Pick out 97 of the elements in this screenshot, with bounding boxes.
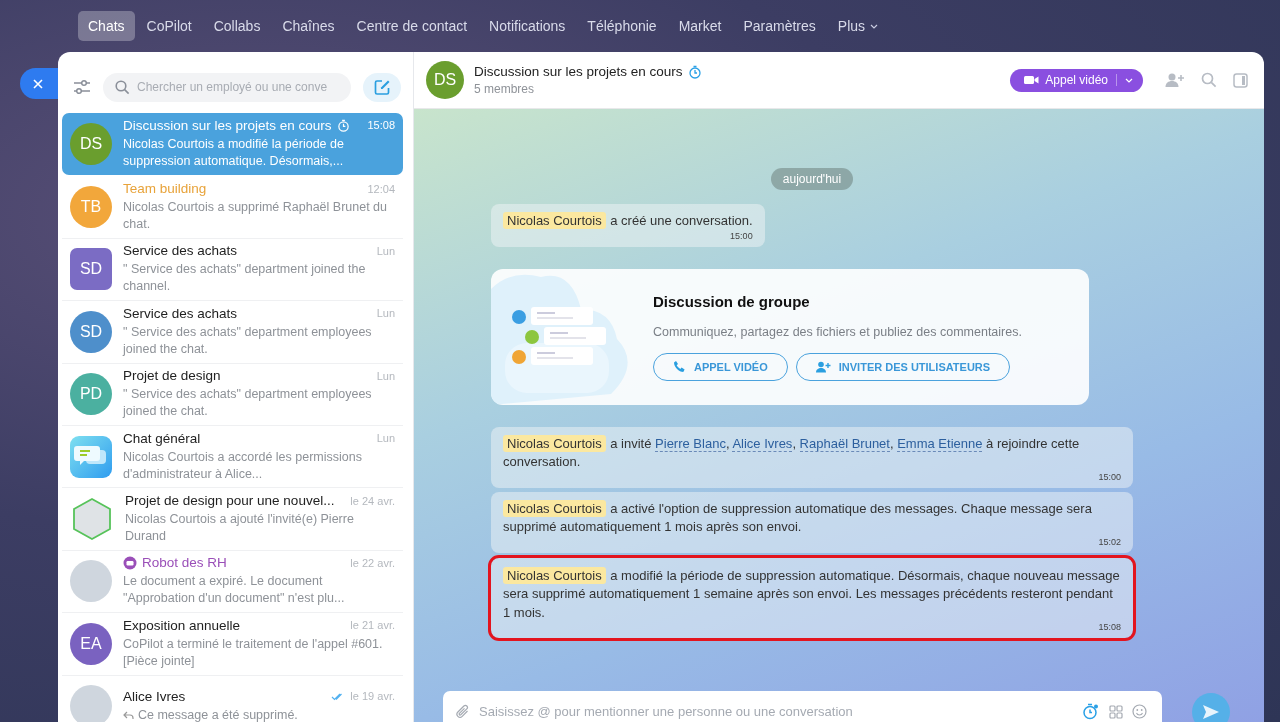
chat-list-item[interactable]: Projet de design pour une nouvel... le 24 avr. Nicolas Courtois a ajouté l'invité(e) Pierre Durand [62,488,403,551]
avatar: SD [70,248,112,291]
chat-title: Team building [123,181,207,197]
sidebar-panel-icon[interactable] [1233,72,1248,88]
message-time: 15:02 [1098,536,1121,547]
user-mention[interactable]: Nicolas Courtois [503,499,606,517]
chat-preview: CoPilot a terminé le traitement de l'appel #601. [Pièce jointe] [123,635,384,670]
chat-title: Service des achats [123,243,238,259]
user-link[interactable]: Raphaël Brunet [799,435,890,452]
card-title: Discussion de groupe [653,292,811,310]
avatar: DS [70,122,112,165]
user-link[interactable]: Pierre Blanc [655,435,726,452]
send-icon [1202,703,1220,720]
add-user-icon[interactable] [1165,72,1185,88]
chat-title: Alice Ivres [123,688,186,704]
chat-title: Robot des RH [142,555,227,571]
chat-time: le 24 avr. [350,494,395,507]
chat-list-item[interactable]: Chat général Lun Nicolas Courtois a accordé les permissions d'administrateur à Alice... [62,425,403,489]
nav-tab[interactable]: Notifications [479,11,576,41]
chat-time: le 21 avr. [350,619,395,632]
message-time: 15:00 [730,230,753,241]
chat-preview: Le document a expiré. Le document "Approbation d'un document" n'est plu... [123,573,346,608]
paperclip-icon[interactable] [455,704,470,719]
chat-list-item[interactable]: EA Exposition annuelle le 21 avr. CoPilot a terminé le traitement de l'appel #601. [Pièce jointe] [62,613,403,676]
phone-icon [673,360,686,373]
chat-list-item[interactable]: SD Service des achats Lun " Service des achats" department employees joined the chat. [62,301,403,364]
chat-list-item[interactable]: PD Projet de design Lun " Service des achats" department employees joined the chat. [62,363,403,426]
chat-title: Service des achats [123,305,238,321]
message-text: Nicolas Courtois a modifié la période de suppression automatique. Désormais, chaque nouveau message sera supprimé automatiquement 1 semaine après son envoi. Les messages précédents resteront pendant 1 mois. [503,566,1121,622]
chat-list-item[interactable]: Robot des RH le 22 avr. Le document a expiré. Le document "Approbation d'un document" n'est plu... [62,550,403,614]
chat-time: 15:08 [367,119,395,132]
compose-button[interactable] [363,72,401,102]
avatar: PD [70,373,112,416]
message-time: 15:08 [1098,622,1121,632]
card-description: Communiquez, partagez des fichiers et publiez des commentaires. [653,324,1022,339]
edit-icon [373,78,391,96]
user-link[interactable]: Emma Etienne [897,435,983,452]
chat-time: le 19 avr. [350,690,395,703]
user-mention[interactable]: Nicolas Courtois [503,434,606,452]
chat-preview: Nicolas Courtois a modifié la période de suppression automatique. Désormais,... [123,135,345,170]
apps-grid-icon[interactable] [1109,705,1123,719]
avatar: EA [70,622,112,665]
close-icon [32,77,44,90]
nav-tab[interactable]: Paramètres [733,11,826,41]
message-text: Nicolas Courtois a activé l'option de suppression automatique des messages. Chaque message sera supprimé automatiquement 1 mois après son envoi. [503,499,1093,536]
chat-preview: Nicolas Courtois a accordé les permissions d'administrateur à Alice... [123,448,363,483]
nav-tab[interactable]: CoPilot [136,11,202,41]
message-input[interactable]: Saisissez @ pour mentionner une personne ou une conversation [443,691,1162,722]
chat-title: Discussion sur les projets en cours [474,64,683,79]
emoji-icon[interactable] [1132,704,1147,719]
chat-time: le 22 avr. [350,556,395,569]
chat-time: Lun [376,244,395,257]
add-user-icon [815,360,831,373]
send-button[interactable] [1192,692,1230,722]
chat-title: Chat général [123,430,201,446]
message-text: Nicolas Courtois a invité Pierre Blanc, Alice Ivres, Raphaël Brunet, Emma Etienne à rejoindre cette conversation. [503,434,1081,471]
nav-tab[interactable]: Chaînes [272,11,345,41]
chat-preview: Nicolas Courtois a supprimé Raphaël Brunet du chat. [123,199,389,234]
chat-preview: Ce message a été supprimé. [138,706,298,722]
nav-tab[interactable]: Collabs [203,11,271,41]
search-field[interactable]: Chercher un employé ou une conve [103,72,351,102]
chat-preview: " Service des achats" department joined the channel. [123,261,367,296]
chat-list-item[interactable]: Alice Ivres le 19 avr. Ce message a été supprimé. [62,675,403,722]
chat-preview: Nicolas Courtois a ajouté l'invité(e) Pierre Durand [125,511,355,546]
nav-tab[interactable]: Chats [78,11,135,41]
close-button[interactable] [20,68,58,99]
chat-title: Discussion sur les projets en cours [123,117,332,133]
nav-tab[interactable]: Plus [827,11,889,41]
user-mention[interactable]: Nicolas Courtois [503,566,606,584]
chat-preview: " Service des achats" department employees joined the chat. [123,323,373,358]
chat-time: Lun [376,432,395,445]
avatar: SD [70,310,112,353]
chat-preview: " Service des achats" department employees joined the chat. [123,386,373,421]
chat-list-item[interactable]: SD Service des achats Lun " Service des achats" department joined the channel. [62,238,403,302]
video-camera-icon [1024,75,1040,85]
chat-time: Lun [376,369,395,382]
search-icon [115,79,130,95]
video-call-button[interactable]: Appel vidéo [1010,68,1143,92]
chat-title: Exposition annuelle [123,617,241,633]
timer-icon[interactable] [1082,703,1099,720]
chat-title: Projet de design [123,368,221,384]
chat-title: Projet de design pour une nouvel... [125,493,335,509]
user-mention[interactable]: Nicolas Courtois [503,212,606,229]
nav-tab[interactable]: Market [668,11,732,41]
member-count: 5 membres [474,82,536,96]
avatar: TB [70,186,112,229]
chat-time: Lun [376,307,395,320]
message-text: Nicolas Courtois a créé une conversation. [503,212,753,231]
chat-avatar: DS [426,61,464,99]
nav-tab[interactable]: Téléphonie [577,11,667,41]
search-icon[interactable] [1201,72,1217,88]
nav-tab[interactable]: Centre de contact [346,11,478,41]
chat-time: 12:04 [367,182,395,195]
caret-icon [1125,77,1133,83]
message-time: 15:00 [1098,471,1121,482]
date-divider: aujourd'hui [770,168,854,190]
filter-icon[interactable] [73,79,91,95]
